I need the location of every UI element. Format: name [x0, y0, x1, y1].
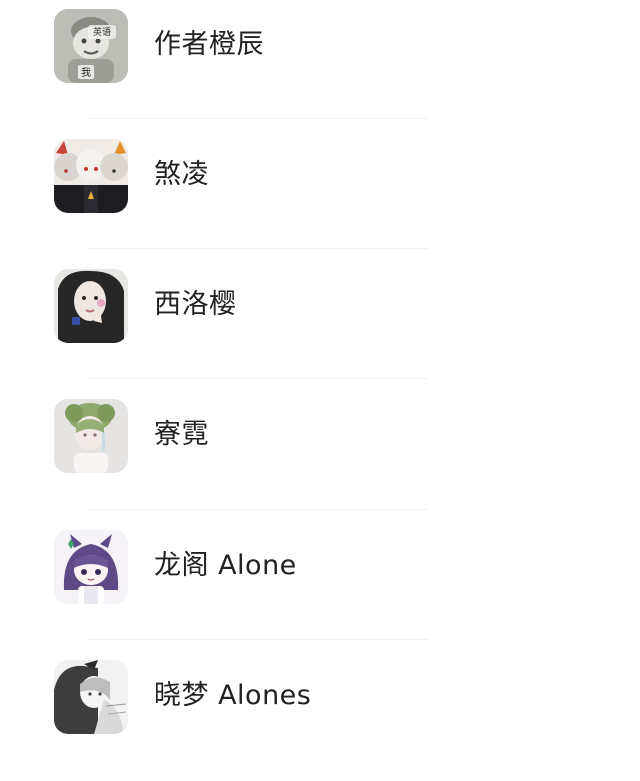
- contact-name: 西洛樱: [154, 289, 237, 320]
- avatar-green-hair-girl[interactable]: [54, 399, 128, 473]
- divider: [88, 118, 428, 119]
- divider: [88, 248, 428, 249]
- contact-list: 英语 我 作者橙辰 煞凌 西洛樱 寮霓 龙阁 Alone 晓梦 Alones: [0, 0, 640, 752]
- contact-row[interactable]: 英语 我 作者橙辰: [0, 0, 640, 130]
- contact-row[interactable]: 龙阁 Alone: [0, 521, 640, 651]
- contact-row[interactable]: 晓梦 Alones: [0, 651, 640, 781]
- contact-name: 晓梦 Alones: [154, 680, 312, 711]
- avatar-text-top: 英语: [93, 26, 111, 38]
- contact-name: 煞凌: [154, 159, 209, 190]
- avatar-sketch-girl[interactable]: [54, 660, 128, 734]
- divider: [88, 509, 428, 510]
- divider: [88, 639, 428, 640]
- avatar-purple-chibi[interactable]: [54, 530, 128, 604]
- avatar-girl-photo[interactable]: [54, 269, 128, 343]
- divider: [88, 378, 428, 379]
- contact-row[interactable]: 寮霓: [0, 390, 640, 520]
- contact-name: 寮霓: [154, 419, 209, 450]
- avatar-manga-character[interactable]: 英语 我: [54, 9, 128, 83]
- avatar-anime-trio[interactable]: [54, 139, 128, 213]
- contact-name: 作者橙辰: [154, 29, 264, 60]
- avatar-text-bottom: 我: [81, 67, 91, 79]
- contact-name: 龙阁 Alone: [154, 550, 297, 581]
- contact-row[interactable]: 西洛樱: [0, 260, 640, 390]
- contact-row[interactable]: 煞凌: [0, 130, 640, 260]
